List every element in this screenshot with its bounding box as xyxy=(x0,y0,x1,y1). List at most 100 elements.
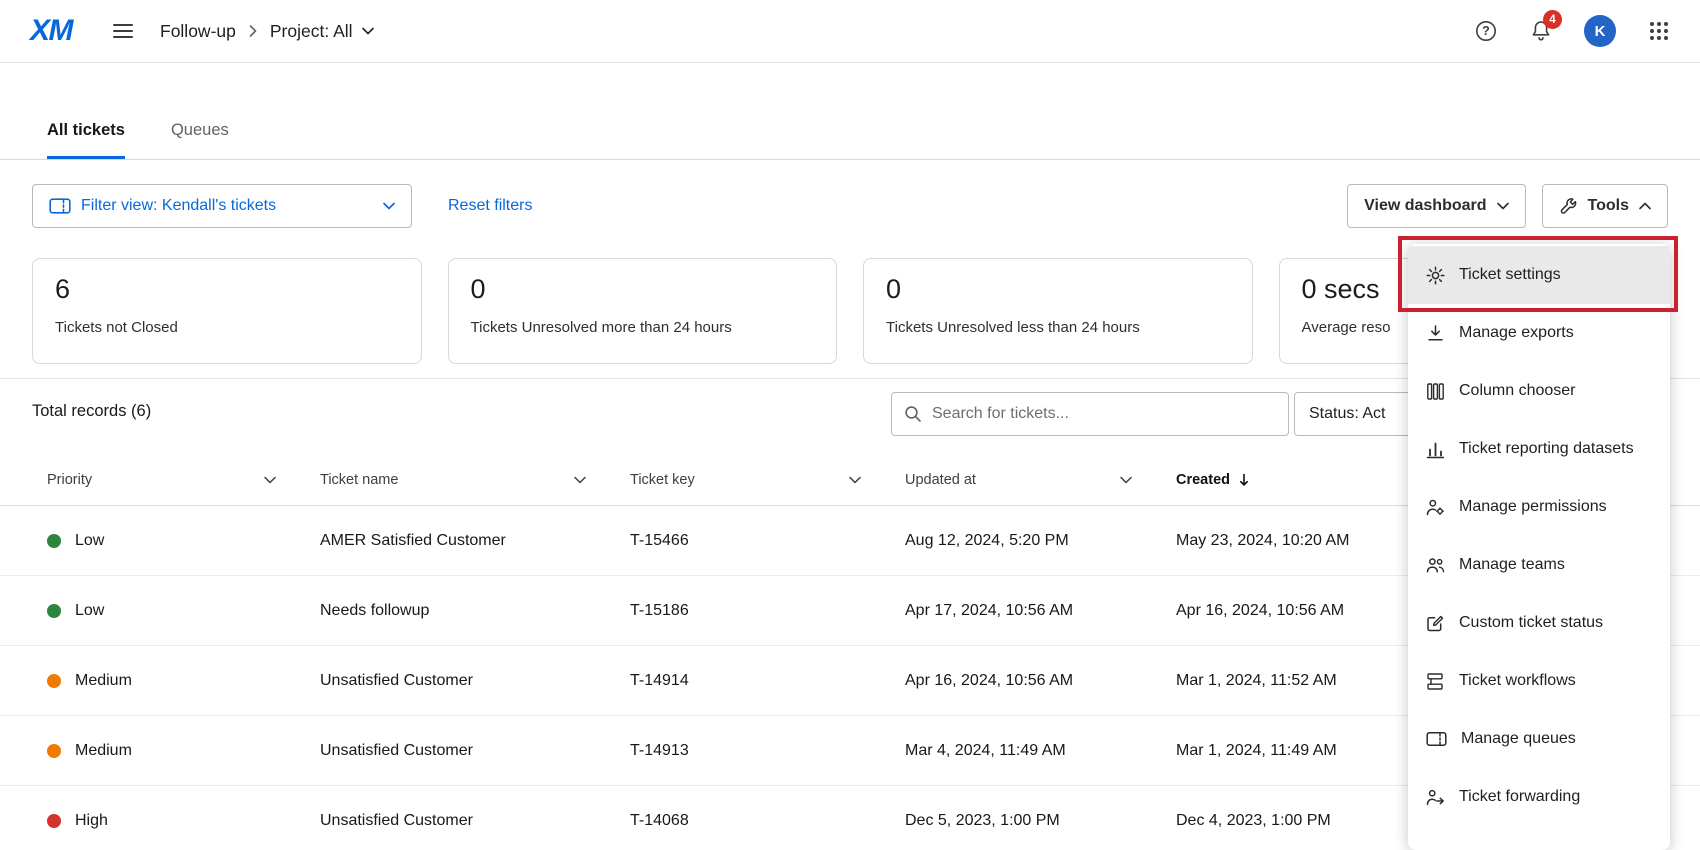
menu-item-label: Ticket workflows xyxy=(1459,672,1576,690)
hamburger-menu-button[interactable] xyxy=(112,21,134,41)
updated-at-cell: Mar 4, 2024, 11:49 AM xyxy=(905,742,1176,760)
menu-item-label: Custom ticket status xyxy=(1459,614,1603,632)
chevron-down-icon[interactable] xyxy=(849,476,861,484)
filter-row: Filter view: Kendall's tickets Reset fil… xyxy=(0,160,1700,252)
menu-item-ticket-reporting-datasets[interactable]: Ticket reporting datasets xyxy=(1408,420,1670,478)
filter-view-label: Filter view: Kendall's tickets xyxy=(81,197,276,215)
updated-at-cell: Apr 17, 2024, 10:56 AM xyxy=(905,602,1176,620)
priority-dot xyxy=(47,604,61,618)
priority-dot xyxy=(47,744,61,758)
menu-item-custom-ticket-status[interactable]: Custom ticket status xyxy=(1408,594,1670,652)
ticket-icon xyxy=(1426,731,1447,747)
filter-view-dropdown[interactable]: Filter view: Kendall's tickets xyxy=(32,184,412,228)
ticket-key-cell: T-15186 xyxy=(630,602,905,620)
top-bar: XM Follow-up Project: All ? xyxy=(0,0,1700,62)
chevron-right-icon xyxy=(249,25,257,37)
view-dashboard-button[interactable]: View dashboard xyxy=(1347,184,1525,228)
menu-item-manage-permissions[interactable]: Manage permissions xyxy=(1408,478,1670,536)
ticket-icon xyxy=(49,198,71,214)
chevron-down-icon[interactable] xyxy=(574,476,586,484)
priority-cell: High xyxy=(47,812,320,830)
chevron-up-icon xyxy=(1639,202,1651,210)
stat-value: 6 xyxy=(55,274,399,305)
chevron-down-icon xyxy=(1497,202,1509,210)
column-label: Priority xyxy=(47,472,92,488)
column-header-ticket-key[interactable]: Ticket key xyxy=(630,472,905,488)
updated-at-cell: Aug 12, 2024, 5:20 PM xyxy=(905,532,1176,550)
stat-card-unresolved-more-24h: 0 Tickets Unresolved more than 24 hours xyxy=(448,258,838,364)
hamburger-icon xyxy=(112,21,134,41)
priority-dot xyxy=(47,534,61,548)
app-screen: XM Follow-up Project: All ? xyxy=(0,0,1700,850)
stat-value: 0 xyxy=(886,274,1230,305)
apps-grid-icon xyxy=(1648,20,1670,42)
help-button[interactable]: ? xyxy=(1474,19,1498,43)
sort-desc-icon xyxy=(1238,473,1250,487)
menu-item-manage-teams[interactable]: Manage teams xyxy=(1408,536,1670,594)
total-records-label: Total records (6) xyxy=(32,402,151,421)
forward-person-icon xyxy=(1426,788,1445,807)
menu-item-label: Manage teams xyxy=(1459,556,1565,574)
priority-cell: Medium xyxy=(47,672,320,690)
menu-item-label: Column chooser xyxy=(1459,382,1576,400)
priority-label: High xyxy=(75,812,108,830)
topbar-actions: ? 4 K xyxy=(1474,15,1670,47)
stat-card-not-closed: 6 Tickets not Closed xyxy=(32,258,422,364)
chevron-down-icon[interactable] xyxy=(1120,476,1132,484)
ticket-name-cell: Unsatisfied Customer xyxy=(320,742,630,760)
project-scope-dropdown[interactable]: Project: All xyxy=(270,21,374,42)
download-icon xyxy=(1426,324,1445,343)
ticket-key-cell: T-14068 xyxy=(630,812,905,830)
priority-dot xyxy=(47,814,61,828)
priority-dot xyxy=(47,674,61,688)
priority-label: Low xyxy=(75,532,104,550)
stat-label: Tickets Unresolved less than 24 hours xyxy=(886,319,1230,336)
xm-logo: XM xyxy=(30,14,72,48)
column-header-updated-at[interactable]: Updated at xyxy=(905,472,1176,488)
chevron-down-icon[interactable] xyxy=(264,476,276,484)
tab-all-tickets[interactable]: All tickets xyxy=(47,121,125,159)
menu-item-label: Manage queues xyxy=(1461,730,1576,748)
menu-item-ticket-forwarding[interactable]: Ticket forwarding xyxy=(1408,768,1670,826)
menu-item-ticket-workflows[interactable]: Ticket workflows xyxy=(1408,652,1670,710)
column-label: Ticket name xyxy=(320,472,398,488)
tools-button[interactable]: Tools xyxy=(1542,184,1668,228)
column-label: Updated at xyxy=(905,472,976,488)
status-filter-label: Status: Act xyxy=(1309,405,1385,423)
menu-item-manage-exports[interactable]: Manage exports xyxy=(1408,304,1670,362)
filter-row-actions: View dashboard Tools xyxy=(1347,184,1668,228)
column-header-priority[interactable]: Priority xyxy=(47,472,320,488)
apps-grid-button[interactable] xyxy=(1648,20,1670,42)
priority-label: Medium xyxy=(75,742,132,760)
tab-queues[interactable]: Queues xyxy=(171,121,229,159)
ticket-search xyxy=(891,392,1289,436)
ticket-name-cell: Needs followup xyxy=(320,602,630,620)
column-label: Created xyxy=(1176,472,1230,488)
menu-item-manage-queues[interactable]: Manage queues xyxy=(1408,710,1670,768)
menu-item-label: Ticket settings xyxy=(1459,266,1561,284)
menu-item-column-chooser[interactable]: Column chooser xyxy=(1408,362,1670,420)
columns-icon xyxy=(1426,382,1445,401)
person-gear-icon xyxy=(1426,498,1445,517)
people-icon xyxy=(1426,556,1445,575)
menu-item-label: Ticket forwarding xyxy=(1459,788,1580,806)
reset-filters-link[interactable]: Reset filters xyxy=(448,197,532,215)
priority-label: Low xyxy=(75,602,104,620)
menu-item-label: Ticket reporting datasets xyxy=(1459,440,1634,458)
menu-item-ticket-settings[interactable]: Ticket settings xyxy=(1408,246,1670,304)
breadcrumb-project[interactable]: Follow-up xyxy=(160,21,236,42)
notifications-button[interactable]: 4 xyxy=(1530,19,1552,43)
chevron-down-icon xyxy=(362,27,374,35)
tools-menu: Ticket settings Manage exports Column ch… xyxy=(1408,244,1670,850)
stat-card-unresolved-less-24h: 0 Tickets Unresolved less than 24 hours xyxy=(863,258,1253,364)
ticket-name-cell: AMER Satisfied Customer xyxy=(320,532,630,550)
updated-at-cell: Apr 16, 2024, 10:56 AM xyxy=(905,672,1176,690)
ticket-name-cell: Unsatisfied Customer xyxy=(320,672,630,690)
edit-icon xyxy=(1426,614,1445,633)
priority-label: Medium xyxy=(75,672,132,690)
avatar[interactable]: K xyxy=(1584,15,1616,47)
menu-item-label: Manage exports xyxy=(1459,324,1574,342)
column-header-ticket-name[interactable]: Ticket name xyxy=(320,472,630,488)
ticket-name-cell: Unsatisfied Customer xyxy=(320,812,630,830)
search-input[interactable] xyxy=(932,405,1276,423)
